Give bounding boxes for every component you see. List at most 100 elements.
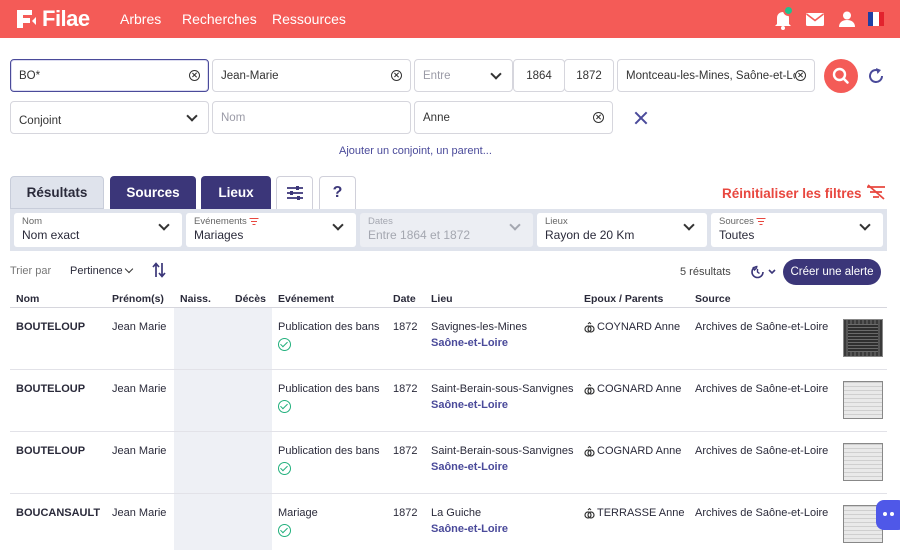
row-surname: BOUTELOUP [16,445,86,457]
firstname-value: Jean-Marie [221,69,279,82]
row-spouse: COGNARD Anne [597,383,682,395]
relation-select[interactable]: Conjoint [10,101,209,134]
filter-name[interactable]: Nom Nom exact [14,213,182,247]
table-row[interactable]: BOUTELOUP Jean Marie Publication des ban… [10,308,887,370]
filter-places[interactable]: Lieux Rayon de 20 Km [537,213,707,247]
row-firstname: Jean Marie [112,445,167,457]
nav-ressources[interactable]: Ressources [272,11,346,27]
row-firstname: Jean Marie [112,507,167,519]
row-region-link[interactable]: Saône-et-Loire [431,337,508,349]
col-prenoms[interactable]: Prénom(s) [112,293,164,305]
filter-name-value: Nom exact [22,228,80,242]
clear-firstname-icon[interactable] [391,70,402,81]
wedding-rings-icon [584,446,595,457]
place-input[interactable]: Montceau-les-Mines, Saône-et-Loire [617,59,815,92]
col-nom[interactable]: Nom [16,293,39,305]
row-region-link[interactable]: Saône-et-Loire [431,399,508,411]
reset-filters-link[interactable]: Réinitialiser les filtres [722,186,862,201]
row-place: Savignes-les-Mines [431,321,527,333]
document-thumbnail[interactable] [843,381,883,419]
col-date[interactable]: Date [393,293,416,305]
filter-places-label: Lieux [545,216,568,227]
bell-icon[interactable] [772,5,794,30]
row-spouse: COGNARD Anne [597,445,682,457]
tab-results[interactable]: Résultats [10,176,104,209]
search-icon [832,67,849,84]
filae-logo[interactable]: Filae [14,6,90,32]
row-surname: BOUTELOUP [16,383,86,395]
user-icon[interactable] [836,8,858,30]
french-flag-icon[interactable] [868,12,884,26]
row-place: La Guiche [431,507,482,519]
clear-surname-icon[interactable] [189,70,200,81]
chevron-down-icon[interactable] [124,264,134,274]
mail-icon[interactable] [804,8,826,30]
filter-name-label: Nom [22,216,43,227]
surname-input[interactable]: BO* [10,59,209,92]
document-thumbnail[interactable] [843,319,883,357]
col-naissance[interactable]: Naiss. [180,293,211,305]
create-alert-button[interactable]: Créer une alerte [783,259,881,285]
nav-arbres[interactable]: Arbres [120,11,161,27]
relative-surname-input[interactable]: Nom [212,101,411,134]
clear-place-icon[interactable] [795,70,806,81]
advanced-filters-button[interactable] [276,176,313,209]
filter-events[interactable]: Evénements Mariages [186,213,356,247]
tab-sources[interactable]: Sources [110,176,196,209]
chat-widget-icon[interactable] [876,500,900,530]
table-row[interactable]: BOUTELOUP Jean Marie Publication des ban… [10,432,887,494]
row-region-link[interactable]: Saône-et-Loire [431,461,508,473]
sort-direction-icon[interactable] [152,262,166,278]
row-date: 1872 [393,321,418,333]
table-row[interactable]: BOUCANSAULT Jean Marie Mariage 1872 La G… [10,494,887,550]
sliders-icon [286,186,303,200]
row-date: 1872 [393,507,418,519]
add-relative-link[interactable]: Ajouter un conjoint, un parent... [339,145,492,157]
results-table-header: Nom Prénom(s) Naiss. Décès Evénement Dat… [10,290,887,308]
history-icon[interactable] [750,264,778,280]
filter-sources-value: Toutes [719,228,755,242]
reset-search-icon[interactable] [866,66,886,86]
col-source[interactable]: Source [695,293,731,305]
row-event: Publication des bans [278,383,380,395]
logo-text: Filae [42,6,90,31]
help-button[interactable]: ? [319,176,356,209]
clear-relative-firstname-icon[interactable] [593,112,604,123]
row-date: 1872 [393,445,418,457]
row-spouse: COYNARD Anne [597,321,681,333]
document-thumbnail[interactable] [843,443,883,481]
period-mode-select[interactable]: Entre [414,59,513,92]
year-to-input[interactable]: 1872 [564,59,614,92]
filter-sources-label: Sources [719,216,754,227]
col-evenement[interactable]: Evénement [278,293,334,305]
year-from-input[interactable]: 1864 [513,59,565,92]
col-lieu[interactable]: Lieu [431,293,453,305]
relative-surname-placeholder: Nom [221,111,246,124]
tab-places[interactable]: Lieux [201,176,271,209]
chevron-down-icon [490,67,502,80]
filter-dates: Dates Entre 1864 et 1872 [360,213,533,247]
filter-bar: Nom Nom exact Evénements Mariages Dates … [10,209,887,251]
row-surname: BOUTELOUP [16,321,86,333]
period-mode-value: Entre [423,69,451,82]
table-row[interactable]: BOUTELOUP Jean Marie Publication des ban… [10,370,887,432]
search-button[interactable] [824,59,858,93]
filter-sources[interactable]: Sources Toutes [711,213,883,247]
row-firstname: Jean Marie [112,321,167,333]
sort-select[interactable]: Pertinence [70,265,123,277]
nav-recherches[interactable]: Recherches [182,11,257,27]
clear-filter-icon[interactable] [866,184,886,200]
active-filter-icon [756,218,766,226]
col-deces[interactable]: Décès [235,293,266,305]
relative-firstname-input[interactable]: Anne [414,101,613,134]
col-epoux-parents[interactable]: Epoux / Parents [584,293,663,305]
remove-relative-icon[interactable] [634,111,648,125]
row-region-link[interactable]: Saône-et-Loire [431,523,508,535]
verified-check-icon [278,462,291,475]
relation-value: Conjoint [19,114,62,127]
filae-logo-icon [14,7,38,31]
firstname-input[interactable]: Jean-Marie [212,59,411,92]
row-event: Mariage [278,507,318,519]
chevron-down-icon [186,109,198,122]
row-event: Publication des bans [278,321,380,333]
